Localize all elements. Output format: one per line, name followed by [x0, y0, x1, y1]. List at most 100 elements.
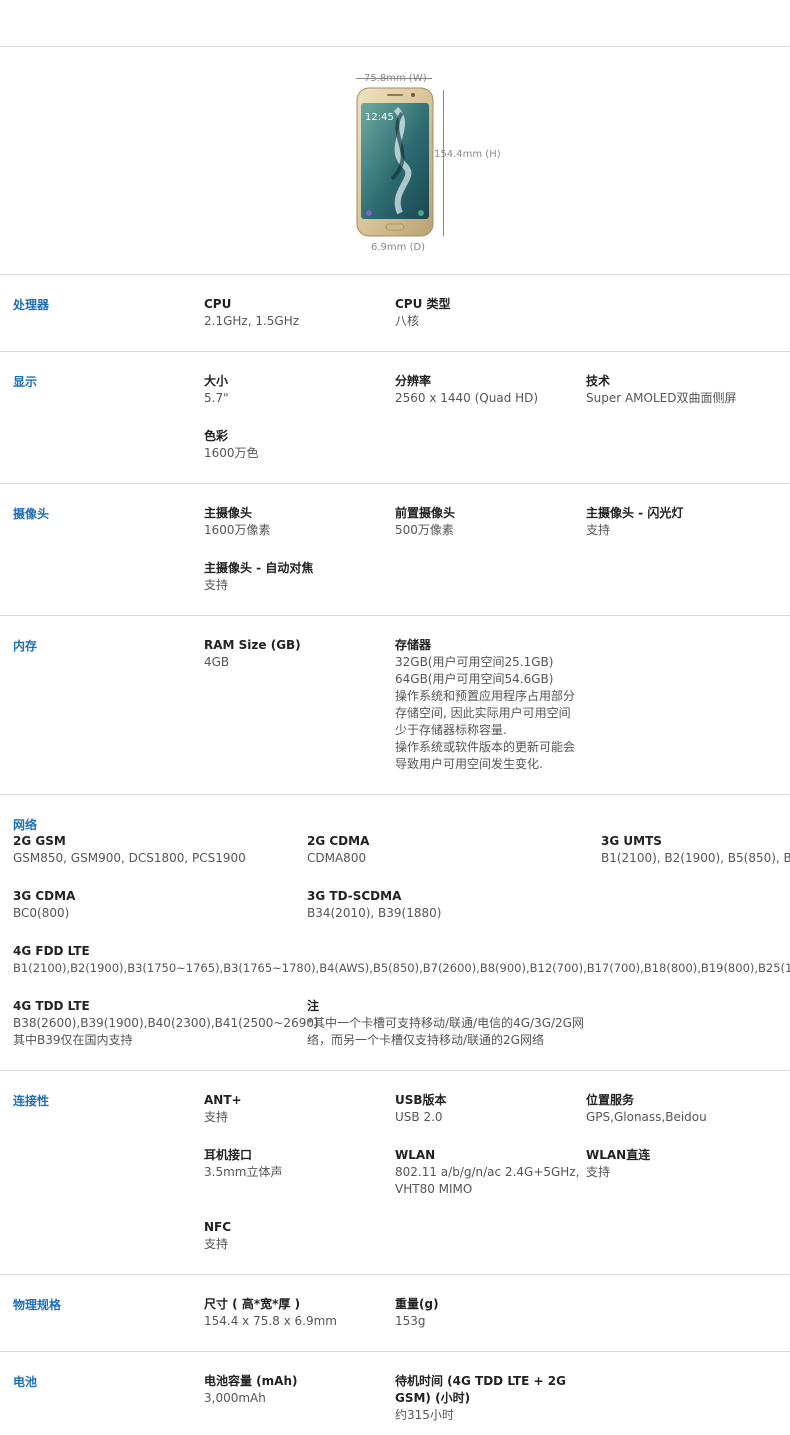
spec-cpu: CPU 2.1GHz, 1.5GHz — [204, 296, 299, 330]
section-title: 物理规格 — [13, 1298, 62, 1312]
spec-weight: 重量(g) 153g — [395, 1296, 439, 1330]
spec-value: GPS,Glonass,Beidou — [586, 1110, 707, 1124]
spec-label: 存储器 — [395, 638, 432, 652]
spec-nfc: NFC 支持 — [204, 1219, 231, 1253]
spec-4g-tdd-lte: 4G TDD LTE B38(2600),B39(1900),B40(2300)… — [13, 998, 319, 1049]
divider — [0, 1070, 790, 1071]
spec-value: 支持 — [204, 578, 229, 592]
height-dimension: 154.4mm (H) — [434, 149, 501, 160]
section-title: 连接性 — [13, 1094, 50, 1108]
spec-value-line: 络，而另一个卡槽仅支持移动/联通的2G网络 — [307, 1033, 544, 1047]
spec-value: 约315小时 — [395, 1408, 454, 1422]
spec-note: 注 *其中一个卡槽可支持移动/联通/电信的4G/3G/2G网 络，而另一个卡槽仅… — [307, 998, 584, 1049]
spec-label: 注 — [307, 999, 320, 1013]
spec-label: 主摄像头 — [204, 506, 253, 520]
divider — [0, 1351, 790, 1352]
spec-location: 位置服务 GPS,Glonass,Beidou — [586, 1092, 707, 1126]
spec-wlan: WLAN 802.11 a/b/g/n/ac 2.4G+5GHz, VHT80 … — [395, 1147, 579, 1198]
section-title: 处理器 — [13, 298, 50, 312]
spec-value: 3,000mAh — [204, 1391, 266, 1405]
spec-storage: 存储器 32GB(用户可用空间25.1GB) 64GB(用户可用空间54.6GB… — [395, 637, 575, 773]
spec-wlan-direct: WLAN直连 支持 — [586, 1147, 650, 1181]
depth-dimension: 6.9mm (D) — [371, 242, 426, 253]
spec-size: 大小 5.7" — [204, 373, 229, 407]
spec-value-line: *其中一个卡槽可支持移动/联通/电信的4G/3G/2G网 — [307, 1016, 584, 1030]
spec-value: 八核 — [395, 314, 420, 328]
spec-label: 大小 — [204, 374, 229, 388]
spec-value: GSM850, GSM900, DCS1800, PCS1900 — [13, 851, 246, 865]
spec-3g-umts: 3G UMTS B1(2100), B2(1900), B5(850), B8(… — [601, 833, 790, 867]
spec-value-line: VHT80 MIMO — [395, 1182, 473, 1196]
spec-value: B1(2100),B2(1900),B3(1750~1765),B3(1765~… — [13, 961, 790, 975]
spec-label: 主摄像头 - 闪光灯 — [586, 506, 684, 520]
spec-value: 154.4 x 75.8 x 6.9mm — [204, 1314, 337, 1328]
spec-value: 153g — [395, 1314, 426, 1328]
spec-resolution: 分辨率 2560 x 1440 (Quad HD) — [395, 373, 538, 407]
spec-value: 支持 — [586, 1165, 611, 1179]
spec-standby-time: 待机时间 (4G TDD LTE + 2G GSM) (小时) 约315小时 — [395, 1373, 566, 1424]
spec-label: 前置摄像头 — [395, 506, 456, 520]
svg-text:12:45: 12:45 — [365, 112, 394, 123]
spec-value-line: B38(2600),B39(1900),B40(2300),B41(2500~2… — [13, 1016, 319, 1030]
spec-value: 4GB — [204, 655, 230, 669]
spec-label: RAM Size (GB) — [204, 638, 301, 652]
spec-label: 尺寸 ( 高*宽*厚 ) — [204, 1297, 301, 1311]
spec-value-line: 少于存储器标称容量. — [395, 723, 507, 737]
height-dimension-line — [443, 90, 444, 236]
spec-value: BC0(800) — [13, 906, 70, 920]
spec-headphone-jack: 耳机接口 3.5mm立体声 — [204, 1147, 282, 1181]
divider — [0, 615, 790, 616]
spec-2g-gsm: 2G GSM GSM850, GSM900, DCS1800, PCS1900 — [13, 833, 246, 867]
spec-flash: 主摄像头 - 闪光灯 支持 — [586, 505, 683, 539]
spec-value-line: 存储空间, 因此实际用户可用空间 — [395, 706, 571, 720]
spec-label-line: GSM) (小时) — [395, 1391, 471, 1405]
section-title: 摄像头 — [13, 507, 50, 521]
spec-value: 500万像素 — [395, 523, 454, 537]
spec-value: Super AMOLED双曲面侧屏 — [586, 391, 737, 405]
spec-label: ANT+ — [204, 1093, 242, 1107]
spec-value: 3.5mm立体声 — [204, 1165, 283, 1179]
section-title: 电池 — [13, 1375, 38, 1389]
spec-label: 2G GSM — [13, 834, 66, 848]
spec-value-line: 导致用户可用空间发生变化. — [395, 757, 543, 771]
divider — [0, 351, 790, 352]
spec-label: 电池容量 (mAh) — [204, 1374, 298, 1388]
spec-value: 支持 — [204, 1110, 229, 1124]
spec-label: CPU — [204, 297, 232, 311]
spec-label: NFC — [204, 1220, 232, 1234]
divider — [0, 274, 790, 275]
spec-value-line: 操作系统或软件版本的更新可能会 — [395, 740, 576, 754]
spec-label: 色彩 — [204, 429, 229, 443]
spec-label: 3G CDMA — [13, 889, 76, 903]
spec-dimensions: 尺寸 ( 高*宽*厚 ) 154.4 x 75.8 x 6.9mm — [204, 1296, 337, 1330]
spec-2g-cdma: 2G CDMA CDMA800 — [307, 833, 369, 867]
spec-value: 1600万像素 — [204, 523, 271, 537]
spec-label: 技术 — [586, 374, 611, 388]
spec-label: 4G FDD LTE — [13, 944, 90, 958]
spec-label: 重量(g) — [395, 1297, 439, 1311]
spec-value: 2560 x 1440 (Quad HD) — [395, 391, 539, 405]
spec-value: 支持 — [586, 523, 611, 537]
spec-value-line: 32GB(用户可用空间25.1GB) — [395, 655, 554, 669]
spec-value: 1600万色 — [204, 446, 259, 460]
spec-value: CDMA800 — [307, 851, 367, 865]
spec-3g-cdma: 3G CDMA BC0(800) — [13, 888, 75, 922]
spec-ram: RAM Size (GB) 4GB — [204, 637, 301, 671]
spec-usb: USB版本 USB 2.0 — [395, 1092, 447, 1126]
spec-label: 主摄像头 - 自动对焦 — [204, 561, 314, 575]
spec-label: CPU 类型 — [395, 297, 451, 311]
spec-label: 2G CDMA — [307, 834, 370, 848]
width-dimension-line — [356, 78, 432, 79]
spec-value: 5.7" — [204, 391, 229, 405]
spec-label: 位置服务 — [586, 1093, 635, 1107]
divider — [0, 794, 790, 795]
spec-value-line: 802.11 a/b/g/n/ac 2.4G+5GHz, — [395, 1165, 580, 1179]
spec-label: 耳机接口 — [204, 1148, 253, 1162]
spec-label-line: 待机时间 (4G TDD LTE + 2G — [395, 1374, 566, 1388]
divider — [0, 483, 790, 484]
spec-value-line: 操作系统和预置应用程序占用部分 — [395, 689, 576, 703]
spec-technology: 技术 Super AMOLED双曲面侧屏 — [586, 373, 737, 407]
divider — [0, 1274, 790, 1275]
spec-label: 3G TD-SCDMA — [307, 889, 402, 903]
spec-label: 分辨率 — [395, 374, 432, 388]
